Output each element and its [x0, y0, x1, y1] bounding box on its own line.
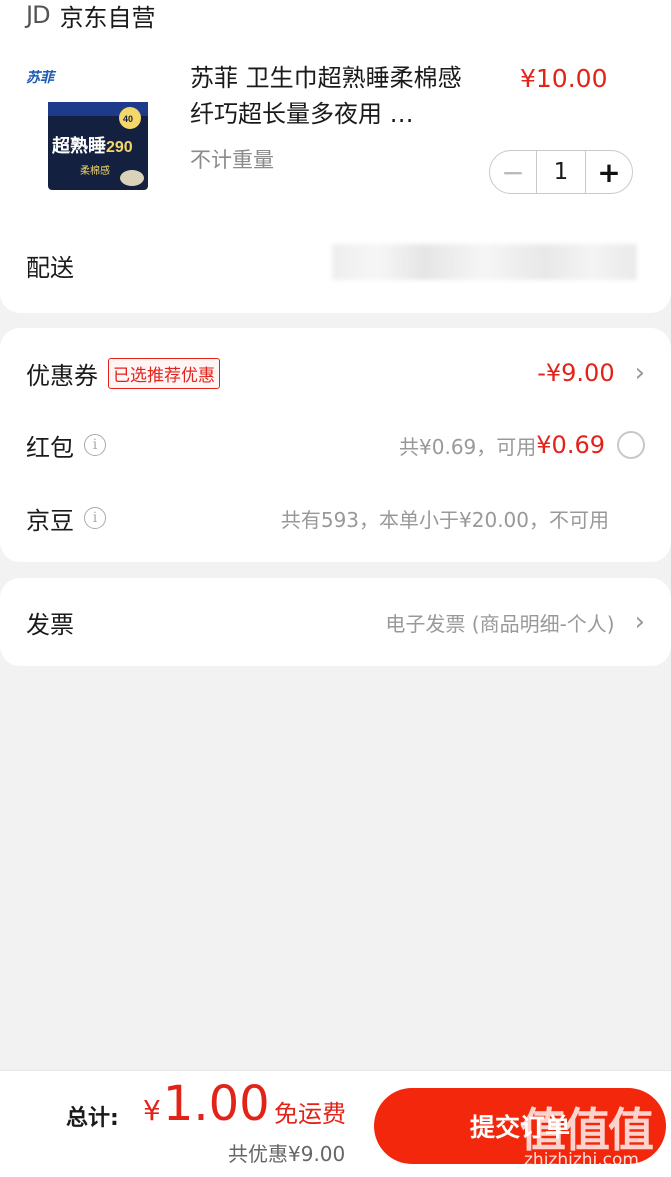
pkg-badge: 40 — [123, 114, 133, 124]
redpacket-info: 共¥0.69，可用 — [399, 434, 537, 459]
delivery-address-blurred[interactable] — [332, 244, 637, 280]
pkg-sub: 柔棉感 — [80, 164, 110, 177]
product-spec: 不计重量 — [190, 148, 274, 172]
product-card: JD 京东自营 苏菲 40 超熟睡 290 柔棉感 苏菲 卫生巾超熟睡柔棉感纤巧… — [0, 0, 671, 313]
invoice-card[interactable]: 发票 电子发票 (商品明细-个人) › — [0, 578, 671, 666]
info-icon[interactable]: i — [84, 434, 106, 456]
discount-card: 优惠券 已选推荐优惠 -¥9.00 › 红包 i 共¥0.69，可用 ¥0.69… — [0, 328, 671, 562]
total-label: 总计: — [66, 1106, 119, 1131]
jingdou-info: 共有593，本单小于¥20.00，不可用 — [280, 507, 609, 532]
redpacket-radio[interactable] — [617, 431, 645, 459]
saved-amount: 共优惠¥9.00 — [228, 1142, 346, 1166]
redpacket-amount: ¥0.69 — [536, 431, 605, 459]
total-price: ¥ 1.00 — [143, 1076, 270, 1132]
plus-icon[interactable]: + — [586, 151, 632, 193]
store-header: JD 京东自营 — [26, 0, 156, 32]
quantity-value[interactable]: 1 — [536, 151, 586, 193]
delivery-label: 配送 — [26, 254, 74, 282]
sofy-pad-package-icon: 苏菲 40 超熟睡 290 柔棉感 — [26, 69, 148, 190]
total-amount: 1.00 — [162, 1076, 270, 1132]
jd-logo: JD — [26, 1, 51, 29]
coupon-row[interactable]: 优惠券 已选推荐优惠 -¥9.00 › — [26, 353, 645, 393]
free-shipping: 免运费 — [274, 1100, 346, 1128]
coupon-label: 优惠券 — [26, 361, 98, 390]
jingdou-label: 京豆 — [26, 506, 74, 535]
chevron-right-icon: › — [634, 607, 645, 637]
quantity-stepper: − 1 + — [489, 150, 633, 194]
product-title[interactable]: 苏菲 卫生巾超熟睡柔棉感纤巧超长量多夜用 … — [190, 60, 480, 132]
redpacket-row: 红包 i 共¥0.69，可用 ¥0.69 — [26, 425, 645, 465]
jingdou-row: 京豆 i 共有593，本单小于¥20.00，不可用 — [26, 498, 645, 538]
invoice-value: 电子发票 (商品明细-个人) — [385, 611, 615, 636]
order-confirm-page: JD 京东自营 苏菲 40 超熟睡 290 柔棉感 苏菲 卫生巾超熟睡柔棉感纤巧… — [0, 0, 671, 1177]
invoice-label: 发票 — [26, 610, 74, 639]
pkg-length: 290 — [106, 139, 133, 156]
pkg-brand: 苏菲 — [26, 69, 57, 85]
coupon-amount: -¥9.00 — [537, 359, 615, 387]
product-price: ¥10.00 — [520, 64, 608, 93]
product-image[interactable]: 苏菲 40 超熟睡 290 柔棉感 — [22, 62, 172, 212]
coupon-tag: 已选推荐优惠 — [108, 357, 220, 389]
info-icon[interactable]: i — [84, 507, 106, 529]
chevron-right-icon: › — [634, 358, 645, 388]
minus-icon[interactable]: − — [490, 151, 536, 193]
store-name: 京东自营 — [59, 3, 156, 32]
pkg-headline: 超熟睡 — [52, 135, 106, 157]
currency-symbol: ¥ — [143, 1094, 161, 1127]
invoice-row[interactable]: 发票 电子发票 (商品明细-个人) › — [26, 602, 645, 642]
submit-order-button[interactable]: 提交订单 — [374, 1088, 666, 1164]
redpacket-label: 红包 — [26, 433, 74, 462]
